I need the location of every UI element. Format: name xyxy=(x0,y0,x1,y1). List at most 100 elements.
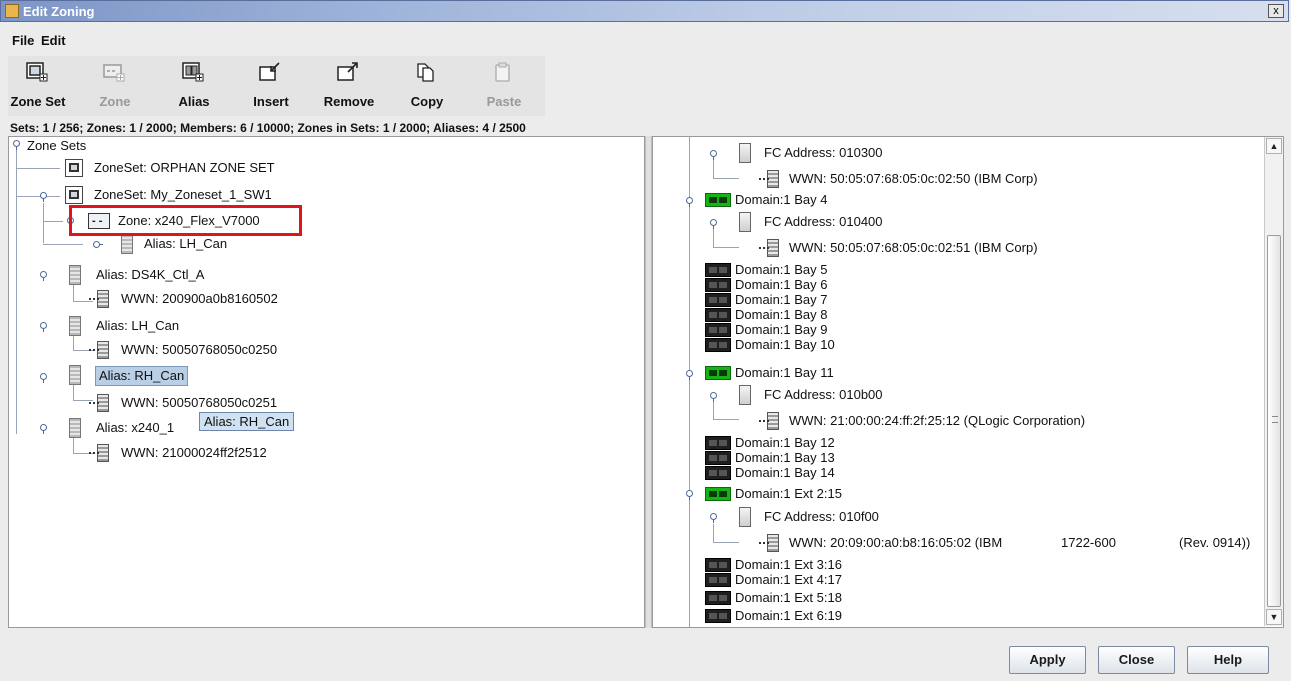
alias-icon xyxy=(69,316,81,336)
alias-icon xyxy=(69,265,81,285)
menu-file[interactable]: File xyxy=(12,33,34,48)
toolbar: Zone Set Zone Alias Insert Remove Copy P… xyxy=(8,56,545,116)
remove-button[interactable]: Remove xyxy=(319,56,379,116)
fc-port-icon xyxy=(739,143,751,163)
zone-set-button[interactable]: Zone Set xyxy=(8,56,68,116)
switch-port-icon xyxy=(705,451,731,465)
paste-icon xyxy=(495,62,510,82)
alias-rh-label-selected: Alias: RH_Can xyxy=(95,366,189,386)
switch-port-active-icon xyxy=(705,193,731,207)
apply-button[interactable]: Apply xyxy=(1009,646,1086,674)
domain-label: Domain:1 Ext 4:17 xyxy=(735,572,842,587)
switch-port-icon xyxy=(705,591,731,605)
wwn-port-icon xyxy=(89,394,111,412)
annotation-highlight-box xyxy=(69,205,302,236)
wwn-label: WWN: 21000024ff2f2512 xyxy=(121,445,267,460)
alias-lh-label: Alias: LH_Can xyxy=(96,318,180,333)
window-title: Edit Zoning xyxy=(23,4,95,19)
domain-label: Domain:1 Bay 4 xyxy=(735,192,828,207)
scrollbar-thumb[interactable] xyxy=(1267,235,1281,607)
fabric-tree-panel[interactable]: FC Address: 010300 WWN: 50:05:07:68:05:0… xyxy=(652,136,1284,628)
alias-icon xyxy=(182,62,204,82)
switch-port-icon xyxy=(705,609,731,623)
wwn-label: WWN: 50050768050c0250 xyxy=(121,342,278,357)
zone-button[interactable]: Zone xyxy=(85,56,145,116)
alias-icon xyxy=(69,418,81,438)
switch-port-icon xyxy=(705,558,731,572)
domain-label: Domain:1 Ext 6:19 xyxy=(735,608,842,623)
wwn-port-icon xyxy=(759,170,781,188)
switch-port-icon xyxy=(705,308,731,322)
alias-icon xyxy=(69,365,81,385)
title-bar: Edit Zoning x xyxy=(0,0,1289,22)
close-button[interactable]: Close xyxy=(1098,646,1175,674)
wwn-port-icon xyxy=(759,412,781,430)
insert-label: Insert xyxy=(253,94,289,109)
switch-port-active-icon xyxy=(705,366,731,380)
java-app-icon xyxy=(5,4,19,18)
drag-tooltip: Alias: RH_Can xyxy=(199,412,295,431)
remove-label: Remove xyxy=(323,94,375,109)
tree-line xyxy=(73,283,74,301)
wwn-port-icon xyxy=(89,444,111,462)
domain-label: Domain:1 Ext 2:15 xyxy=(735,486,842,501)
zone-label: Zone xyxy=(99,94,131,109)
expand-handle-alias-rh[interactable] xyxy=(40,373,47,383)
wwn-label: WWN: 50:05:07:68:05:0c:02:50 (IBM Corp) xyxy=(789,171,1038,186)
fc-address-label: FC Address: 010f00 xyxy=(764,509,879,524)
switch-port-icon xyxy=(705,263,731,277)
zone-set-icon xyxy=(26,62,48,82)
scroll-up-arrow-icon[interactable]: ▲ xyxy=(1266,138,1282,154)
menu-edit[interactable]: Edit xyxy=(41,33,66,48)
right-tree-scrollbar[interactable]: ▲ ▼ xyxy=(1264,137,1283,626)
wwn-port-icon xyxy=(759,239,781,257)
expand-handle-alias-lh[interactable] xyxy=(40,322,47,332)
tree-line xyxy=(16,150,17,434)
tree-line xyxy=(16,168,60,169)
tree-line xyxy=(713,419,739,420)
split-pane-divider[interactable] xyxy=(645,136,652,628)
wwn-port-icon xyxy=(759,534,781,552)
scroll-down-arrow-icon[interactable]: ▼ xyxy=(1266,609,1282,625)
tree-line xyxy=(713,247,739,248)
copy-icon xyxy=(417,63,434,82)
expand-handle-fc[interactable] xyxy=(710,392,717,402)
expand-handle-bay11[interactable] xyxy=(686,370,693,380)
tree-line xyxy=(713,160,714,178)
expand-handle-fc[interactable] xyxy=(710,513,717,523)
window-close-button[interactable]: x xyxy=(1268,4,1284,18)
alias-icon xyxy=(121,234,133,254)
fc-port-icon xyxy=(739,212,751,232)
zone-set-label: Zone Set xyxy=(10,94,66,109)
tree-line xyxy=(16,196,60,197)
expand-handle-alias-x240[interactable] xyxy=(40,424,47,434)
copy-button[interactable]: Copy xyxy=(397,56,457,116)
switch-port-icon xyxy=(705,293,731,307)
fc-address-label: FC Address: 010b00 xyxy=(764,387,883,402)
expand-handle-fc[interactable] xyxy=(710,150,717,160)
expand-handle-alias-ds4k[interactable] xyxy=(40,271,47,281)
expand-handle-zone-sets[interactable] xyxy=(13,140,20,150)
zone-set-icon xyxy=(65,186,83,204)
remove-icon xyxy=(337,62,358,81)
insert-button[interactable]: Insert xyxy=(241,56,301,116)
expand-handle-fc[interactable] xyxy=(710,219,717,229)
expand-handle-zone-alias[interactable] xyxy=(93,241,103,248)
fc-port-icon xyxy=(739,507,751,527)
copy-label: Copy xyxy=(410,94,444,109)
expand-handle-zoneset[interactable] xyxy=(40,192,47,202)
switch-port-icon xyxy=(705,436,731,450)
alias-button[interactable]: Alias xyxy=(164,56,224,116)
tree-line xyxy=(713,229,714,247)
insert-icon xyxy=(259,62,280,81)
expand-handle-ext215[interactable] xyxy=(686,490,693,500)
paste-button[interactable]: Paste xyxy=(474,56,534,116)
help-button[interactable]: Help xyxy=(1187,646,1269,674)
orphan-zoneset-label: ZoneSet: ORPHAN ZONE SET xyxy=(94,160,275,175)
switch-port-icon xyxy=(705,466,731,480)
wwn-revision-label: (Rev. 0914)) xyxy=(1179,535,1251,550)
alias-label: Alias xyxy=(178,94,210,109)
fc-address-label: FC Address: 010400 xyxy=(764,214,883,229)
domain-label: Domain:1 Bay 14 xyxy=(735,465,835,480)
expand-handle-bay4[interactable] xyxy=(686,197,693,207)
